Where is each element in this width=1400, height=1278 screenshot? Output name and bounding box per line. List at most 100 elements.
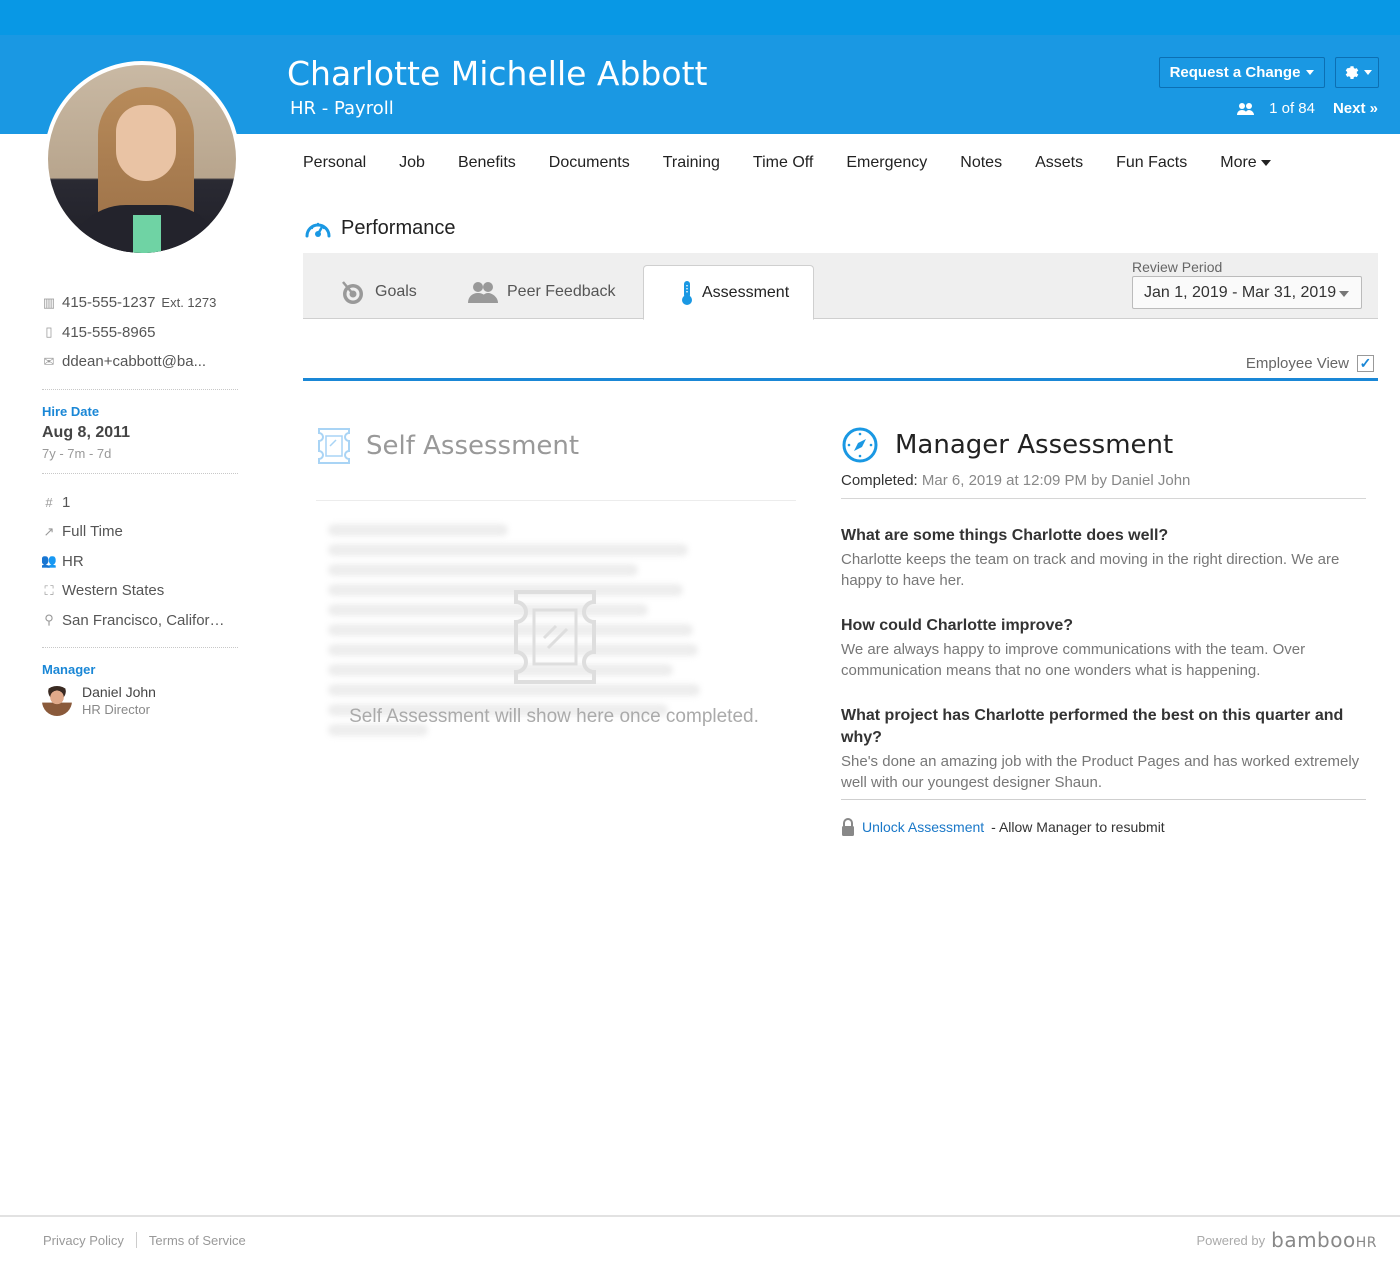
chevron-down-icon xyxy=(1363,70,1372,75)
privacy-policy-link[interactable]: Privacy Policy xyxy=(43,1233,124,1248)
division: ⛶ Western States xyxy=(42,576,238,606)
department: 👥 HR xyxy=(42,552,84,570)
unlock-assessment-link[interactable]: Unlock Assessment xyxy=(862,819,984,835)
performance-title: Performance xyxy=(341,216,456,239)
hire-date-label: Hire Date xyxy=(42,403,100,419)
divider xyxy=(42,647,238,648)
people-icon: 👥 xyxy=(42,553,58,569)
terms-of-service-link[interactable]: Terms of Service xyxy=(149,1233,246,1248)
footer-divider xyxy=(0,1215,1400,1217)
divider xyxy=(42,388,238,390)
employee-number: # 1 xyxy=(42,488,238,518)
lock-icon xyxy=(842,818,854,836)
org-chart-icon: ⛶ xyxy=(44,582,54,598)
tab-notes[interactable]: Notes xyxy=(960,154,1002,172)
answer-text: Charlotte keeps the team on track and mo… xyxy=(841,551,1340,589)
performance-heading: Performance xyxy=(303,216,456,240)
picture-frame-icon xyxy=(318,428,350,464)
settings-menu-button[interactable] xyxy=(1335,57,1379,88)
assessment-question: What project has Charlotte performed the… xyxy=(841,705,1366,793)
unlock-description: - Allow Manager to resubmit xyxy=(991,819,1165,835)
tab-training[interactable]: Training xyxy=(663,154,720,172)
email[interactable]: ✉ ddean+cabbott@ba... xyxy=(42,347,238,377)
tab-job[interactable]: Job xyxy=(399,154,425,172)
employee-photo xyxy=(44,61,240,257)
tab-time-off[interactable]: Time Off xyxy=(753,154,813,172)
divider xyxy=(42,472,238,474)
tenure: 7y - 7m - 7d xyxy=(42,445,112,461)
self-assessment-title: Self Assessment xyxy=(366,431,580,461)
mobile-icon: ▯ xyxy=(45,324,53,340)
subtab-assessment[interactable]: Assessment xyxy=(643,265,815,320)
thermometer-icon xyxy=(682,280,692,305)
employee-view-checkbox[interactable]: ✓ xyxy=(1357,355,1374,372)
people-icon xyxy=(468,282,498,303)
tab-emergency[interactable]: Emergency xyxy=(846,154,927,172)
footer-links: Privacy Policy Terms of Service xyxy=(43,1232,246,1248)
target-icon xyxy=(342,281,363,304)
manager-label: Manager xyxy=(42,662,96,677)
manager-assessment-title: Manager Assessment xyxy=(895,430,1174,460)
pager-count: 1 of 84 xyxy=(1269,100,1315,117)
tab-fun-facts[interactable]: Fun Facts xyxy=(1116,154,1187,172)
powered-by: Powered by bambooHR xyxy=(1196,1228,1377,1252)
tab-assets[interactable]: Assets xyxy=(1035,154,1083,172)
manager-name[interactable]: Daniel John xyxy=(82,684,156,700)
chevron-down-icon xyxy=(1306,70,1315,75)
chevron-down-icon xyxy=(1339,291,1349,297)
gear-icon xyxy=(1345,65,1358,79)
envelope-icon: ✉ xyxy=(43,353,55,369)
review-period-label: Review Period xyxy=(1132,259,1223,275)
chevron-down-icon xyxy=(1260,160,1271,166)
completed-status: Completed: Mar 6, 2019 at 12:09 PM by Da… xyxy=(841,472,1191,489)
answer-text: She's done an amazing job with the Produ… xyxy=(841,753,1360,791)
map-pin-icon: ⚲ xyxy=(44,612,54,628)
mobile-phone: ▯ 415-555-8965 xyxy=(42,318,238,348)
employee-department: HR - Payroll xyxy=(290,98,394,119)
people-icon xyxy=(1237,102,1255,115)
assessment-question: How could Charlotte improve? We are alwa… xyxy=(841,615,1366,681)
assessment-question: What are some things Charlotte does well… xyxy=(841,525,1366,591)
employee-sidebar: ▥ 415-555-1237 Ext. 1273 ▯ 415-555-8965 … xyxy=(42,288,238,717)
self-assessment-empty-message: Self Assessment will show here once comp… xyxy=(349,706,759,727)
employee-view-label: Employee View xyxy=(1245,355,1349,372)
tab-more[interactable]: More xyxy=(1220,154,1271,172)
location: ⚲ San Francisco, Califor… xyxy=(42,606,238,636)
profile-tabs: Personal Job Benefits Documents Training… xyxy=(303,154,1304,172)
work-phone: ▥ 415-555-1237 Ext. 1273 xyxy=(42,294,217,312)
employee-view-toggle[interactable]: Employee View ✓ xyxy=(1246,355,1374,372)
manager-assessment-panel: Manager Assessment Completed: Mar 6, 201… xyxy=(841,426,1366,836)
employment-type: ↗ Full Time xyxy=(43,523,123,541)
tab-documents[interactable]: Documents xyxy=(549,154,630,172)
section-divider xyxy=(303,378,1378,381)
question-text: What are some things Charlotte does well… xyxy=(841,527,1169,544)
answer-text: We are always happy to improve communica… xyxy=(841,641,1306,679)
subtab-goals[interactable]: Goals xyxy=(339,265,417,319)
unlock-row: Unlock Assessment - Allow Manager to res… xyxy=(841,818,1366,836)
speedometer-icon xyxy=(305,222,331,238)
bamboohr-logo: bambooHR xyxy=(1271,1228,1377,1252)
self-assessment-panel: Self Assessment Self Assessment will sho… xyxy=(316,426,796,736)
tab-personal[interactable]: Personal xyxy=(303,154,366,172)
employee-pager: 1 of 84 Next » xyxy=(1237,100,1378,117)
compass-icon xyxy=(842,427,878,463)
tab-benefits[interactable]: Benefits xyxy=(458,154,516,172)
request-change-button[interactable]: Request a Change xyxy=(1159,57,1325,88)
picture-frame-icon xyxy=(514,590,596,684)
manager-title: HR Director xyxy=(82,702,150,717)
hammer-icon: ↗ xyxy=(43,523,55,539)
employee-name: Charlotte Michelle Abbott xyxy=(287,54,708,93)
review-period-select[interactable]: Jan 1, 2019 - Mar 31, 2019 xyxy=(1132,276,1362,309)
employee-id-icon: # xyxy=(45,494,53,510)
powered-by-label: Powered by xyxy=(1196,1232,1266,1248)
hire-date: Aug 8, 2011 xyxy=(42,423,131,441)
manager-card[interactable]: Daniel John HR Director xyxy=(42,684,238,717)
subtab-peer-feedback[interactable]: Peer Feedback xyxy=(467,265,616,319)
request-change-label: Request a Change xyxy=(1169,64,1301,81)
next-employee-link[interactable]: Next » xyxy=(1333,100,1378,117)
question-text: What project has Charlotte performed the… xyxy=(841,707,1344,746)
question-text: How could Charlotte improve? xyxy=(841,617,1074,634)
performance-subtabs: Goals Peer Feedback Assessment Review Pe… xyxy=(303,253,1378,320)
manager-avatar xyxy=(42,685,72,716)
building-icon: ▥ xyxy=(42,294,56,310)
